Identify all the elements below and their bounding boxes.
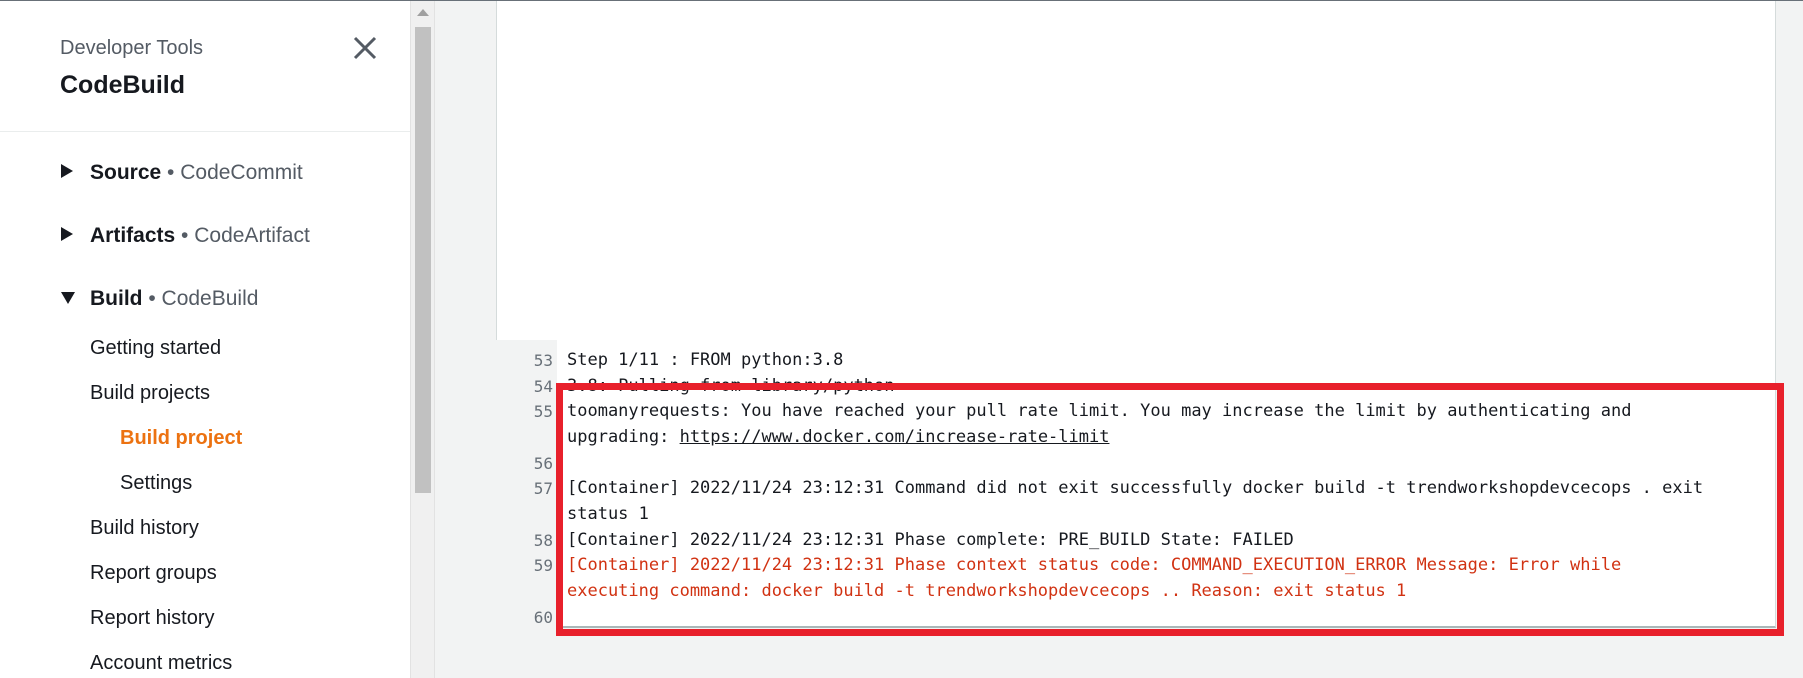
log-line-continuation: status 1 <box>567 504 649 524</box>
close-navigation-button[interactable] <box>350 33 380 63</box>
log-line-error: [Container] 2022/11/24 23:12:31 Phase co… <box>567 555 1622 575</box>
nav-item-settings[interactable]: Settings <box>120 472 192 495</box>
log-line: toomanyrequests: You have reached your p… <box>567 401 1632 421</box>
log-line-continuation: upgrading: https://www.docker.com/increa… <box>567 424 1109 450</box>
nav-section-build[interactable]: Build • CodeBuild <box>60 287 258 311</box>
nav-item-build-project[interactable]: Build project <box>120 427 242 450</box>
line-number: 60 <box>533 608 553 627</box>
nav-item-report-history[interactable]: Report history <box>90 607 215 630</box>
nav-item-account-metrics[interactable]: Account metrics <box>90 652 232 675</box>
line-number: 55 <box>533 402 553 421</box>
log-line: 3.8: Pulling from library/python <box>567 376 895 396</box>
side-navigation: Developer Tools CodeBuild Source • CodeC… <box>0 1 410 678</box>
sidebar-scrollbar[interactable] <box>410 1 435 678</box>
log-line-error-continuation: executing command: docker build -t trend… <box>567 581 1407 601</box>
nav-item-report-groups[interactable]: Report groups <box>90 562 217 585</box>
nav-section-artifacts[interactable]: Artifacts • CodeArtifact <box>60 224 310 248</box>
rate-limit-link[interactable]: https://www.docker.com/increase-rate-lim… <box>680 427 1110 447</box>
nav-section-source[interactable]: Source • CodeCommit <box>60 161 303 185</box>
log-line: [Container] 2022/11/24 23:12:31 Command … <box>567 478 1704 498</box>
sidebar-divider <box>0 131 410 132</box>
line-number: 53 <box>533 351 553 370</box>
caret-down-icon <box>60 287 78 311</box>
log-text: upgrading: <box>567 427 680 447</box>
close-icon <box>353 36 377 60</box>
scrollbar-thumb[interactable] <box>415 27 431 493</box>
nav-section-title: Source <box>90 161 162 184</box>
line-number: 58 <box>533 531 553 550</box>
scroll-up-arrow-icon[interactable] <box>417 9 429 16</box>
nav-item-build-projects[interactable]: Build projects <box>90 382 210 405</box>
line-number: 56 <box>533 454 553 473</box>
nav-section-subtitle: • CodeBuild <box>148 287 259 310</box>
nav-section-subtitle: • CodeCommit <box>167 161 303 184</box>
service-title: CodeBuild <box>60 71 185 99</box>
nav-section-subtitle: • CodeArtifact <box>181 224 310 247</box>
caret-right-icon <box>60 224 78 248</box>
service-category-label: Developer Tools <box>60 37 204 59</box>
line-number: 54 <box>533 377 553 396</box>
caret-right-icon <box>60 161 78 185</box>
line-number: 59 <box>533 556 553 575</box>
line-number: 57 <box>533 479 553 498</box>
log-line: Step 1/11 : FROM python:3.8 <box>567 350 844 370</box>
log-line: [Container] 2022/11/24 23:12:31 Phase co… <box>567 530 1294 550</box>
nav-section-title: Build <box>90 287 143 310</box>
nav-section-title: Artifacts <box>90 224 176 247</box>
nav-item-build-history[interactable]: Build history <box>90 517 199 540</box>
nav-item-getting-started[interactable]: Getting started <box>90 337 221 360</box>
